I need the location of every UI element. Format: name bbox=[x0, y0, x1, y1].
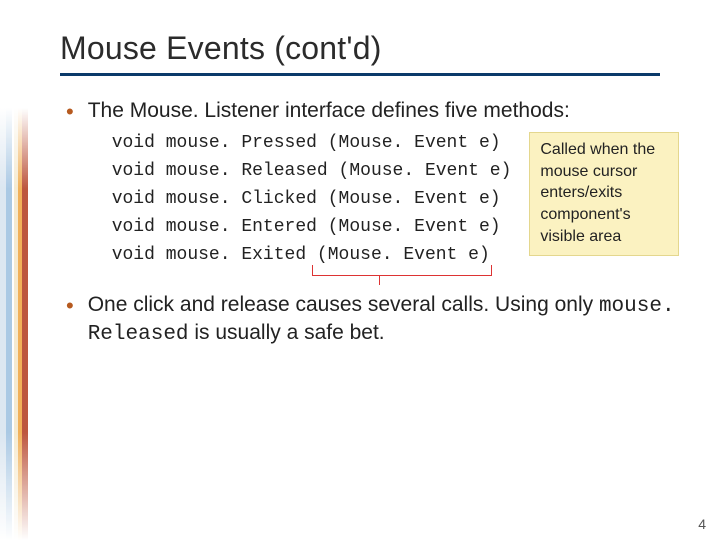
method-pressed: void mouse. Pressed (Mouse. Event e) bbox=[112, 130, 512, 158]
method-clicked: void mouse. Clicked (Mouse. Event e) bbox=[112, 186, 512, 214]
bullet-2-lead: One click and release causes several cal… bbox=[88, 293, 599, 316]
method-entered: void mouse. Entered (Mouse. Event e) bbox=[112, 214, 512, 242]
page-number: 4 bbox=[698, 516, 706, 532]
pointer-bracket bbox=[312, 265, 492, 276]
bullet-item-2: • One click and release causes several c… bbox=[60, 292, 690, 349]
bullet-dot: • bbox=[66, 100, 74, 274]
method-released: void mouse. Released (Mouse. Event e) bbox=[112, 158, 512, 186]
bullet-item-1: • The Mouse. Listener interface defines … bbox=[60, 98, 690, 274]
bullet-2-tail: is usually a safe bet. bbox=[189, 321, 385, 344]
method-list: void mouse. Pressed (Mouse. Event e) voi… bbox=[112, 130, 512, 269]
callout-box: Called when the mouse cursor enters/exit… bbox=[529, 132, 679, 256]
bullet-dot: • bbox=[66, 294, 74, 349]
slide-title: Mouse Events (cont'd) bbox=[60, 30, 690, 67]
bullet-1-text: The Mouse. Listener interface defines fi… bbox=[88, 99, 570, 122]
bullet-2-text: One click and release causes several cal… bbox=[88, 292, 690, 349]
slide-content: Mouse Events (cont'd) • The Mouse. Liste… bbox=[60, 30, 690, 510]
title-underline bbox=[60, 73, 660, 76]
left-accent-stripe bbox=[0, 0, 36, 540]
